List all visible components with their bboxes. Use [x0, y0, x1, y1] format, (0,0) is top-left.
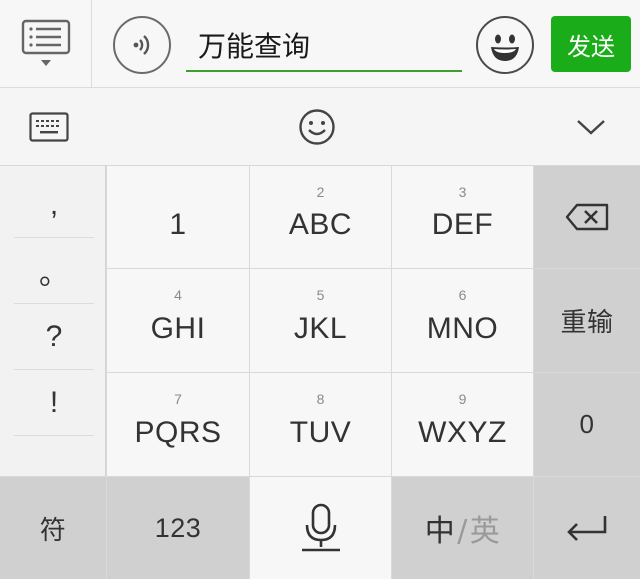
keyboard-icon	[29, 112, 69, 142]
key-8-tuv[interactable]: 8 TUV	[250, 373, 391, 476]
smiley-icon	[299, 109, 335, 145]
emoji-button[interactable]	[476, 16, 534, 74]
key-label: JKL	[293, 311, 348, 345]
zero-label: 0	[579, 409, 595, 439]
message-input[interactable]: 万能查询	[186, 20, 462, 72]
key-label: DEF	[431, 208, 494, 241]
punct-exclaim[interactable]: !	[14, 370, 94, 436]
key-1[interactable]: 1	[107, 166, 249, 268]
retype-label: 重输	[560, 308, 614, 338]
key-digit: 2	[316, 184, 325, 200]
microphone-icon	[301, 503, 340, 552]
key-5-jkl[interactable]: 5 JKL	[250, 269, 391, 372]
symbols-key[interactable]: 符	[0, 477, 106, 579]
key-digit: 4	[174, 287, 182, 303]
key-digit: 6	[458, 287, 467, 303]
numbers-key[interactable]: 123	[107, 477, 249, 579]
key-6-mno[interactable]: 6 MNO	[392, 269, 533, 372]
keyboard-switch-button[interactable]	[28, 110, 70, 144]
t9-keyboard: , 。 ? ! 1 2 ABC 3 DEF 4 GHI 5 JKL 6 MNO …	[0, 166, 640, 579]
punct-question[interactable]: ?	[14, 304, 94, 370]
key-3-def[interactable]: 3 DEF	[392, 166, 533, 268]
key-digit: 8	[316, 391, 325, 407]
emoji-face-icon	[491, 34, 519, 61]
ime-toolbar	[0, 88, 640, 166]
key-0[interactable]: 0	[534, 373, 640, 476]
lang-separator: /	[457, 514, 468, 549]
chevron-down-icon	[577, 120, 605, 135]
key-label: PQRS	[134, 415, 222, 449]
send-button[interactable]: 发送	[551, 16, 631, 72]
symbols-label: 符	[39, 515, 67, 546]
key-label: 1	[169, 208, 187, 241]
chat-input-bar: 万能查询 发送	[0, 0, 640, 88]
lang-english: 英	[469, 514, 501, 549]
key-digit: 5	[316, 287, 325, 303]
backspace-icon	[565, 203, 609, 231]
punctuation-list: , 。 ? !	[0, 166, 106, 476]
key-4-ghi[interactable]: 4 GHI	[107, 269, 249, 372]
key-2-abc[interactable]: 2 ABC	[250, 166, 391, 268]
collapse-keyboard-button[interactable]	[574, 112, 608, 142]
key-label: TUV	[289, 415, 352, 449]
language-label: 中/英	[425, 506, 501, 550]
message-text: 万能查询	[198, 30, 311, 63]
key-label: MNO	[426, 311, 499, 345]
list-menu-icon	[21, 19, 70, 66]
punct-comma[interactable]: ,	[14, 172, 94, 238]
menu-button[interactable]	[0, 0, 92, 88]
space-voice-key[interactable]	[250, 477, 391, 579]
voice-icon	[133, 35, 150, 55]
key-digit: 9	[458, 391, 467, 407]
key-label: WXYZ	[418, 415, 507, 449]
key-label: ABC	[288, 208, 353, 241]
key-7-pqrs[interactable]: 7 PQRS	[107, 373, 249, 476]
lang-chinese: 中	[424, 514, 456, 549]
enter-key[interactable]	[534, 477, 640, 579]
key-9-wxyz[interactable]: 9 WXYZ	[392, 373, 533, 476]
voice-input-button[interactable]	[113, 16, 171, 74]
retype-key[interactable]: 重输	[534, 269, 640, 372]
enter-icon	[567, 516, 607, 541]
emoji-panel-button[interactable]	[297, 107, 337, 147]
key-digit: 7	[174, 391, 182, 407]
key-label: GHI	[150, 311, 206, 345]
key-digit: 3	[458, 184, 467, 200]
numbers-label: 123	[154, 512, 202, 543]
punct-period[interactable]: 。	[14, 238, 94, 304]
language-switch-key[interactable]: 中/英	[392, 477, 533, 579]
backspace-key[interactable]	[534, 166, 640, 268]
